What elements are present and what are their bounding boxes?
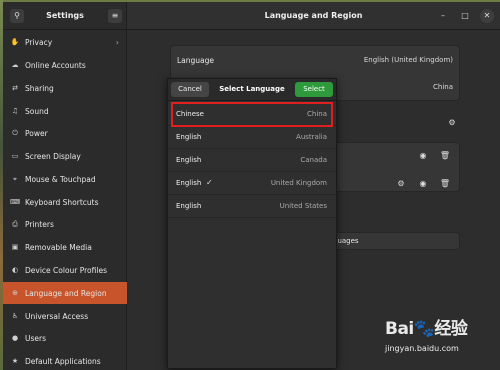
select-language-dialog: Cancel Select Language Select Chinese Ch…: [167, 78, 337, 369]
cancel-button[interactable]: Cancel: [171, 82, 209, 97]
sidebar-item-label: Power: [25, 128, 48, 138]
sidebar-item-keyboard-shortcuts[interactable]: ⌨ Keyboard Shortcuts: [3, 191, 127, 213]
language-value[interactable]: English (United Kingdom): [364, 56, 453, 64]
sidebar-item-device-colour-profiles[interactable]: ◐ Device Colour Profiles: [3, 259, 127, 281]
user-icon: ●: [11, 334, 19, 342]
media-icon: ▣: [11, 243, 19, 251]
globe-icon: ⊕: [12, 289, 18, 297]
formats-value[interactable]: China: [433, 83, 453, 91]
sidebar-item-users[interactable]: ● Users: [3, 327, 127, 349]
sidebar-item-label: Removable Media: [25, 242, 92, 252]
cloud-icon: ☁: [11, 61, 19, 69]
baidu-jingyan-watermark: Bai🐾经验 jingyan.baidu.com: [385, 314, 497, 358]
music-note-icon: ♫: [11, 107, 19, 115]
sidebar-item-mouse-touchpad[interactable]: ⌖ Mouse & Touchpad: [3, 168, 127, 190]
trash-icon[interactable]: 🗑: [438, 177, 452, 191]
sidebar-item-sound[interactable]: ♫ Sound: [3, 100, 127, 122]
language-region: Australia: [296, 133, 327, 141]
sidebar-item-label: Mouse & Touchpad: [25, 174, 96, 184]
sidebar-item-label: Device Colour Profiles: [25, 265, 107, 275]
sidebar-item-language-region[interactable]: ⊕ Language and Region: [3, 282, 127, 304]
selection-highlight-box: [171, 102, 333, 127]
display-icon: ▭: [11, 152, 19, 160]
language-region: Canada: [300, 156, 327, 164]
sidebar-item-label: Screen Display: [25, 151, 81, 161]
language-row-english-canada[interactable]: English Canada: [168, 149, 336, 172]
sidebar-item-label: Default Applications: [25, 356, 101, 366]
sidebar-item-online-accounts[interactable]: ☁ Online Accounts: [3, 54, 127, 76]
keyboard-icon: ⌨: [10, 198, 21, 206]
language-label: Language: [177, 56, 215, 65]
main-header: Language and Region – □ ✕: [127, 2, 500, 30]
sidebar-item-screen-display[interactable]: ▭ Screen Display: [3, 145, 127, 167]
dialog-title: Select Language: [219, 85, 285, 93]
sidebar-item-power[interactable]: ⏻ Power: [3, 122, 127, 144]
sidebar-item-removable-media[interactable]: ▣ Removable Media: [3, 236, 127, 258]
accessibility-icon: ♿: [11, 312, 19, 320]
mouse-icon: ⌖: [13, 174, 17, 183]
language-row-english-united-kingdom[interactable]: English ✓ United Kingdom: [168, 172, 336, 195]
sidebar: ✋ Privacy › ☁ Online Accounts ⇄ Sharing …: [3, 30, 127, 370]
gear-icon[interactable]: ⚙: [394, 177, 408, 191]
sidebar-item-privacy[interactable]: ✋ Privacy ›: [3, 31, 127, 53]
share-icon: ⇄: [12, 84, 18, 92]
language-row-english-united-states[interactable]: English United States: [168, 195, 336, 218]
printer-icon: ⎙: [12, 219, 18, 228]
sidebar-item-label: Printers: [25, 219, 54, 229]
sidebar-item-sharing[interactable]: ⇄ Sharing: [3, 77, 127, 99]
sidebar-header: ⚲ Settings ≡: [3, 2, 127, 30]
watermark-logo: Bai🐾经验: [385, 319, 468, 339]
sidebar-item-label: Privacy: [25, 37, 53, 47]
hand-icon: ✋: [10, 38, 20, 46]
gear-icon[interactable]: ⚙: [445, 116, 459, 130]
color-profile-icon: ◐: [11, 266, 19, 274]
sidebar-item-label: Sharing: [25, 83, 54, 93]
sidebar-item-label: Keyboard Shortcuts: [25, 197, 99, 207]
language-name: English: [176, 133, 202, 141]
checkmark-icon: ✓: [206, 178, 213, 187]
select-button[interactable]: Select: [295, 82, 333, 97]
star-icon: ★: [11, 357, 19, 365]
sidebar-item-label: Language and Region: [25, 288, 107, 298]
sidebar-item-label: Sound: [25, 106, 49, 116]
eye-icon[interactable]: ◉: [416, 177, 430, 191]
language-row-english-australia[interactable]: English Australia: [168, 126, 336, 149]
chevron-right-icon: ›: [115, 37, 119, 47]
dialog-header: Cancel Select Language Select: [168, 79, 336, 101]
language-name: English: [176, 202, 202, 210]
sidebar-item-label: Users: [25, 333, 47, 343]
minimize-icon[interactable]: –: [436, 9, 450, 23]
close-icon[interactable]: ✕: [480, 9, 494, 23]
sidebar-item-universal-access[interactable]: ♿ Universal Access: [3, 305, 127, 327]
sidebar-item-label: Online Accounts: [25, 60, 86, 70]
hamburger-menu-icon[interactable]: ≡: [108, 9, 122, 23]
maximize-icon[interactable]: □: [458, 9, 472, 23]
watermark-url: jingyan.baidu.com: [385, 344, 459, 353]
language-name: English: [176, 156, 202, 164]
sidebar-item-label: Universal Access: [25, 311, 89, 321]
power-icon: ⏻: [12, 128, 18, 137]
language-name: English: [176, 179, 202, 187]
language-region: United States: [279, 202, 327, 210]
sidebar-item-default-applications[interactable]: ★ Default Applications: [3, 350, 127, 370]
sidebar-item-printers[interactable]: ⎙ Printers: [3, 213, 127, 235]
trash-icon[interactable]: 🗑: [438, 149, 452, 163]
language-region: United Kingdom: [270, 179, 327, 187]
eye-icon[interactable]: ◉: [416, 149, 430, 163]
